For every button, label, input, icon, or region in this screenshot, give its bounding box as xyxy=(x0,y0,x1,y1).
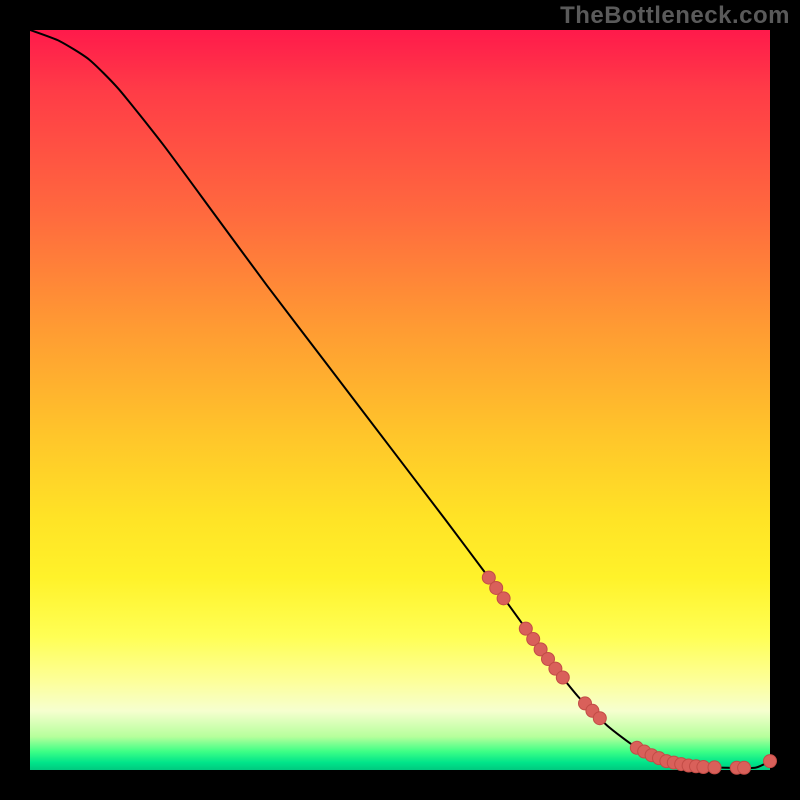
chart-svg xyxy=(30,30,770,770)
chart-stage: TheBottleneck.com xyxy=(0,0,800,800)
bottleneck-curve xyxy=(30,30,770,768)
curve-marker xyxy=(738,761,751,774)
curve-marker xyxy=(497,592,510,605)
plot-area xyxy=(30,30,770,770)
curve-marker xyxy=(593,712,606,725)
curve-marker xyxy=(764,755,777,768)
watermark-text: TheBottleneck.com xyxy=(560,2,790,30)
curve-marker xyxy=(556,671,569,684)
curve-marker xyxy=(708,761,721,774)
